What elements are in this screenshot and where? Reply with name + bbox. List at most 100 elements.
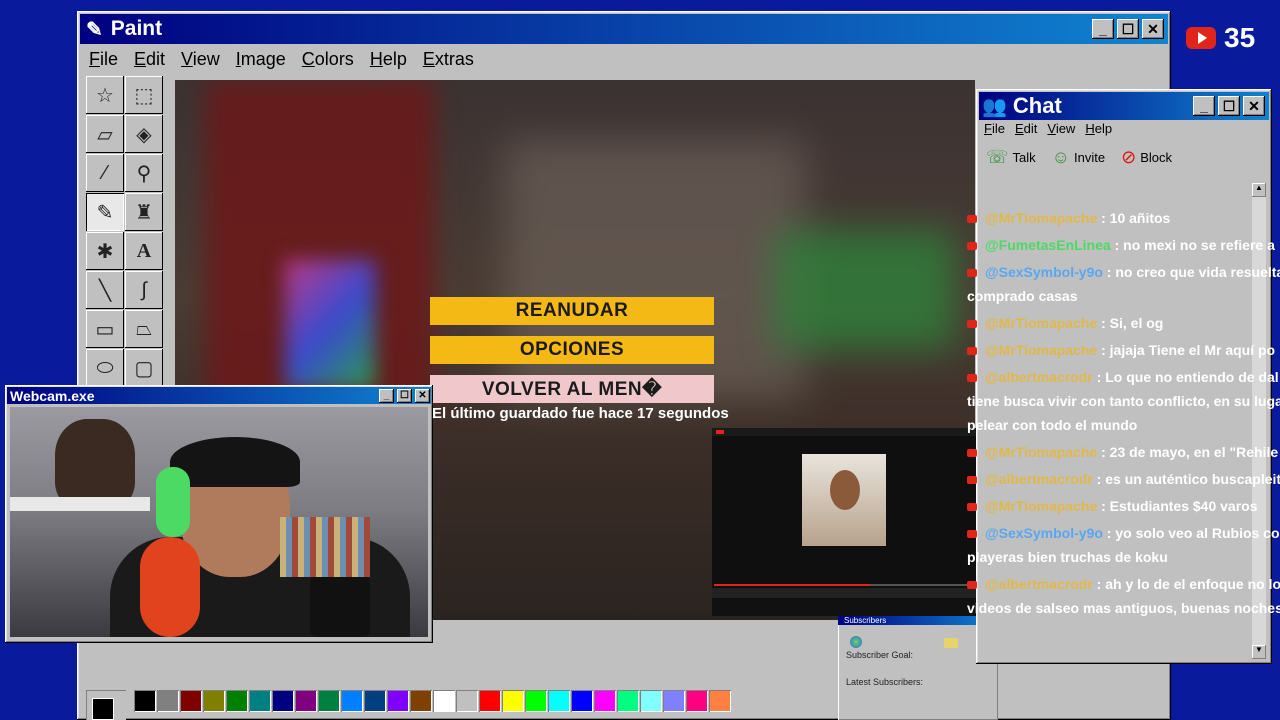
video-progress-bar[interactable]: [714, 584, 974, 586]
talk-button[interactable]: ☏ Talk: [986, 147, 1036, 168]
folder-icon: [944, 638, 958, 648]
palette-swatch[interactable]: [617, 690, 639, 712]
chat-minimize-button[interactable]: _: [1193, 96, 1215, 116]
paint-titlebar[interactable]: ✎ Paint _ ☐ ✕: [80, 14, 1168, 44]
webcam-close-button[interactable]: ✕: [415, 388, 430, 403]
palette-swatch[interactable]: [709, 690, 731, 712]
palette-swatch[interactable]: [157, 690, 179, 712]
airbrush-icon[interactable]: ✱: [86, 232, 124, 270]
menu-extras[interactable]: Extras: [423, 49, 474, 70]
magnifier-icon[interactable]: ⚲: [125, 154, 163, 192]
chat-username[interactable]: @MrTiomapache: [985, 210, 1097, 226]
palette-swatch[interactable]: [272, 690, 294, 712]
rectangle-icon[interactable]: ▭: [86, 310, 124, 348]
close-button[interactable]: ✕: [1142, 19, 1164, 39]
menu-help[interactable]: Help: [370, 49, 407, 70]
palette-swatch[interactable]: [410, 690, 432, 712]
latest-subscribers-label: Latest Subscribers:: [846, 677, 924, 687]
palette-swatch[interactable]: [318, 690, 340, 712]
menu-colors[interactable]: Colors: [302, 49, 354, 70]
video-overlay[interactable]: [712, 428, 976, 616]
webcam-minimize-button[interactable]: _: [379, 388, 394, 403]
color-picker-icon[interactable]: ⁄: [86, 154, 124, 192]
text-icon[interactable]: A: [125, 232, 163, 270]
line-icon[interactable]: ╲: [86, 271, 124, 309]
main-menu-button[interactable]: VOLVER AL MEN�: [430, 375, 714, 403]
menu-view[interactable]: View: [181, 49, 220, 70]
chat-menu-view[interactable]: View: [1047, 121, 1075, 136]
maximize-button[interactable]: ☐: [1117, 19, 1139, 39]
scroll-up-arrow[interactable]: ▲: [1252, 183, 1266, 197]
rounded-rect-icon[interactable]: ▢: [125, 349, 163, 387]
fill-bucket-icon[interactable]: ◈: [125, 115, 163, 153]
chat-maximize-button[interactable]: ☐: [1218, 96, 1240, 116]
youtube-badge-icon: [967, 215, 977, 224]
palette-swatch[interactable]: [341, 690, 363, 712]
palette-swatch[interactable]: [594, 690, 616, 712]
chat-username[interactable]: @MrTiomapache: [985, 444, 1097, 460]
chat-menu-file[interactable]: File: [984, 121, 1005, 136]
palette-swatch[interactable]: [180, 690, 202, 712]
palette-swatch[interactable]: [686, 690, 708, 712]
chat-text-continued: tiene busca vivir con tanto conflicto, e…: [967, 393, 1280, 409]
palette-swatch[interactable]: [387, 690, 409, 712]
palette-swatch[interactable]: [502, 690, 524, 712]
chat-message: @MrTiomapache : 23 de mayo, en el "Rehil…: [967, 443, 1280, 461]
chat-text: 23 de mayo, en el "Rehile: [1109, 444, 1279, 460]
palette-swatch[interactable]: [203, 690, 225, 712]
menu-edit[interactable]: Edit: [134, 49, 165, 70]
minimize-button[interactable]: _: [1092, 19, 1114, 39]
chat-username[interactable]: @SexSymbol-y9o: [985, 525, 1103, 541]
chat-username[interactable]: @MrTiomapache: [985, 498, 1097, 514]
palette-swatch[interactable]: [433, 690, 455, 712]
eraser-icon[interactable]: ▱: [86, 115, 124, 153]
palette-swatch[interactable]: [479, 690, 501, 712]
video-controls[interactable]: [712, 588, 976, 598]
palette-swatch[interactable]: [571, 690, 593, 712]
palette-swatch[interactable]: [134, 690, 156, 712]
pencil-icon[interactable]: ✎: [86, 193, 124, 231]
chat-menu-edit[interactable]: Edit: [1015, 121, 1037, 136]
menu-image[interactable]: Image: [236, 49, 286, 70]
options-button[interactable]: OPCIONES: [430, 336, 714, 364]
free-select-icon[interactable]: ☆: [86, 76, 124, 114]
palette-swatch[interactable]: [525, 690, 547, 712]
palette-swatch[interactable]: [640, 690, 662, 712]
chat-text: jajaja Tiene el Mr aquí po: [1109, 342, 1276, 358]
palette-swatch[interactable]: [456, 690, 478, 712]
block-button[interactable]: ⊘ Block: [1121, 147, 1172, 168]
chat-username[interactable]: @MrTiomapache: [985, 315, 1097, 331]
youtube-badge-icon: [967, 374, 977, 383]
palette-swatch[interactable]: [295, 690, 317, 712]
webcam-maximize-button[interactable]: ☐: [397, 388, 412, 403]
chat-username[interactable]: @SexSymbol-y9o: [985, 264, 1103, 280]
rect-select-icon[interactable]: ⬚: [125, 76, 163, 114]
globe-icon: [850, 636, 862, 648]
palette-swatch[interactable]: [249, 690, 271, 712]
chat-separator: :: [1097, 210, 1110, 226]
chat-username[interactable]: @albertmacrodr: [985, 369, 1093, 385]
brush-icon[interactable]: ♜: [125, 193, 163, 231]
palette-swatch[interactable]: [548, 690, 570, 712]
chat-username[interactable]: @albertmacrodr: [985, 576, 1093, 592]
chat-separator: :: [1102, 264, 1116, 280]
chat-username[interactable]: @FumetasEnLinea: [985, 237, 1111, 253]
chat-close-button[interactable]: ✕: [1243, 96, 1265, 116]
webcam-titlebar[interactable]: Webcam.exe _ ☐ ✕: [7, 387, 431, 404]
palette-swatch[interactable]: [663, 690, 685, 712]
current-colors[interactable]: [86, 690, 126, 720]
palette-swatch[interactable]: [226, 690, 248, 712]
invite-icon: ☺: [1051, 147, 1071, 167]
invite-button[interactable]: ☺ Invite: [1052, 147, 1105, 168]
scroll-down-arrow[interactable]: ▼: [1252, 645, 1266, 659]
chat-titlebar[interactable]: 👥 Chat _ ☐ ✕: [979, 92, 1269, 120]
palette-swatch[interactable]: [364, 690, 386, 712]
chat-username[interactable]: @MrTiomapache: [985, 342, 1097, 358]
chat-username[interactable]: @albertmacrodr: [985, 471, 1093, 487]
ellipse-icon[interactable]: ⬭: [86, 349, 124, 387]
curve-icon[interactable]: ∫: [125, 271, 163, 309]
chat-menu-help[interactable]: Help: [1085, 121, 1112, 136]
polygon-icon[interactable]: ⏢: [125, 310, 163, 348]
menu-file[interactable]: File: [89, 49, 118, 70]
resume-button[interactable]: REANUDAR: [430, 297, 714, 325]
